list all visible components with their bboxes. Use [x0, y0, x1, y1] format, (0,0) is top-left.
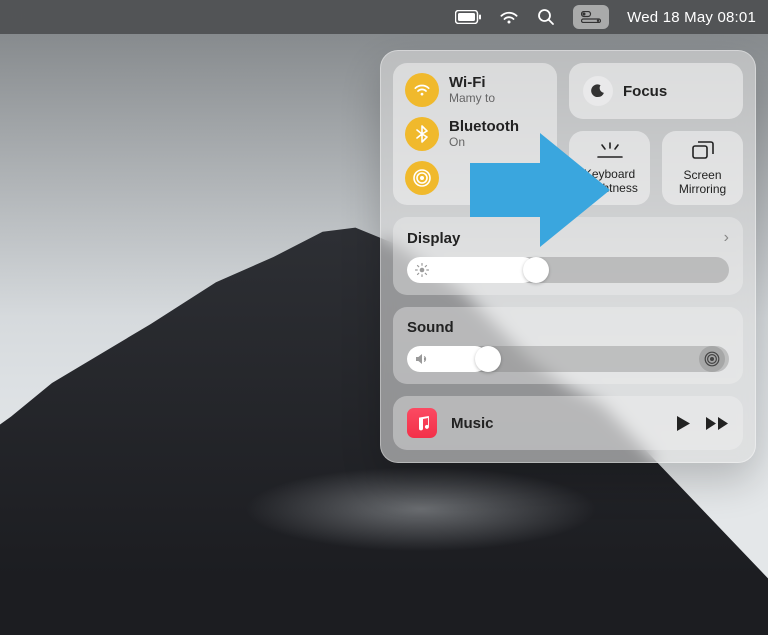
chevron-right-icon[interactable]: ›: [724, 229, 729, 247]
sound-section: Sound: [393, 307, 743, 384]
focus-tile[interactable]: Focus: [569, 63, 743, 119]
network-tile: Wi-Fi Mamy to Bluetooth On: [393, 63, 557, 205]
sound-label: Sound: [407, 319, 454, 336]
bluetooth-subtitle: On: [449, 136, 519, 149]
wifi-row[interactable]: Wi-Fi Mamy to: [405, 73, 545, 107]
airdrop-icon: [405, 161, 439, 195]
keyboard-brightness-tile[interactable]: Keyboard Brightness: [569, 131, 650, 205]
focus-label: Focus: [623, 83, 667, 100]
wifi-icon: [405, 73, 439, 107]
music-tile[interactable]: Music: [393, 396, 743, 450]
speaker-icon: [415, 353, 431, 365]
menubar: Wed 18 May 08:01: [0, 0, 768, 34]
screen-mirroring-icon: [692, 141, 714, 162]
airdrop-row[interactable]: [405, 161, 545, 195]
bluetooth-icon: [405, 117, 439, 151]
screen-mirroring-tile[interactable]: Screen Mirroring: [662, 131, 743, 205]
wifi-icon[interactable]: [499, 10, 519, 25]
moon-icon: [583, 76, 613, 106]
sun-icon: [415, 263, 429, 277]
display-label: Display: [407, 230, 460, 247]
battery-icon[interactable]: [455, 10, 481, 24]
search-icon[interactable]: [537, 8, 555, 26]
keyboard-brightness-label: Keyboard Brightness: [573, 167, 646, 195]
wifi-title: Wi-Fi: [449, 75, 495, 92]
control-center-panel: Wi-Fi Mamy to Bluetooth On: [380, 50, 756, 463]
keyboard-brightness-icon: [597, 142, 623, 161]
music-label: Music: [451, 415, 662, 432]
display-section: Display ›: [393, 217, 743, 295]
bluetooth-row[interactable]: Bluetooth On: [405, 117, 545, 151]
fast-forward-icon[interactable]: [705, 416, 729, 431]
control-center-toggle[interactable]: [573, 5, 609, 29]
bluetooth-title: Bluetooth: [449, 119, 519, 136]
wifi-subtitle: Mamy to: [449, 92, 495, 105]
play-icon[interactable]: [676, 415, 691, 432]
sound-slider[interactable]: [407, 346, 729, 372]
airplay-audio-icon[interactable]: [699, 346, 725, 372]
display-slider[interactable]: [407, 257, 729, 283]
menubar-datetime[interactable]: Wed 18 May 08:01: [627, 9, 756, 26]
music-app-icon: [407, 408, 437, 438]
screen-mirroring-label: Screen Mirroring: [666, 168, 739, 196]
